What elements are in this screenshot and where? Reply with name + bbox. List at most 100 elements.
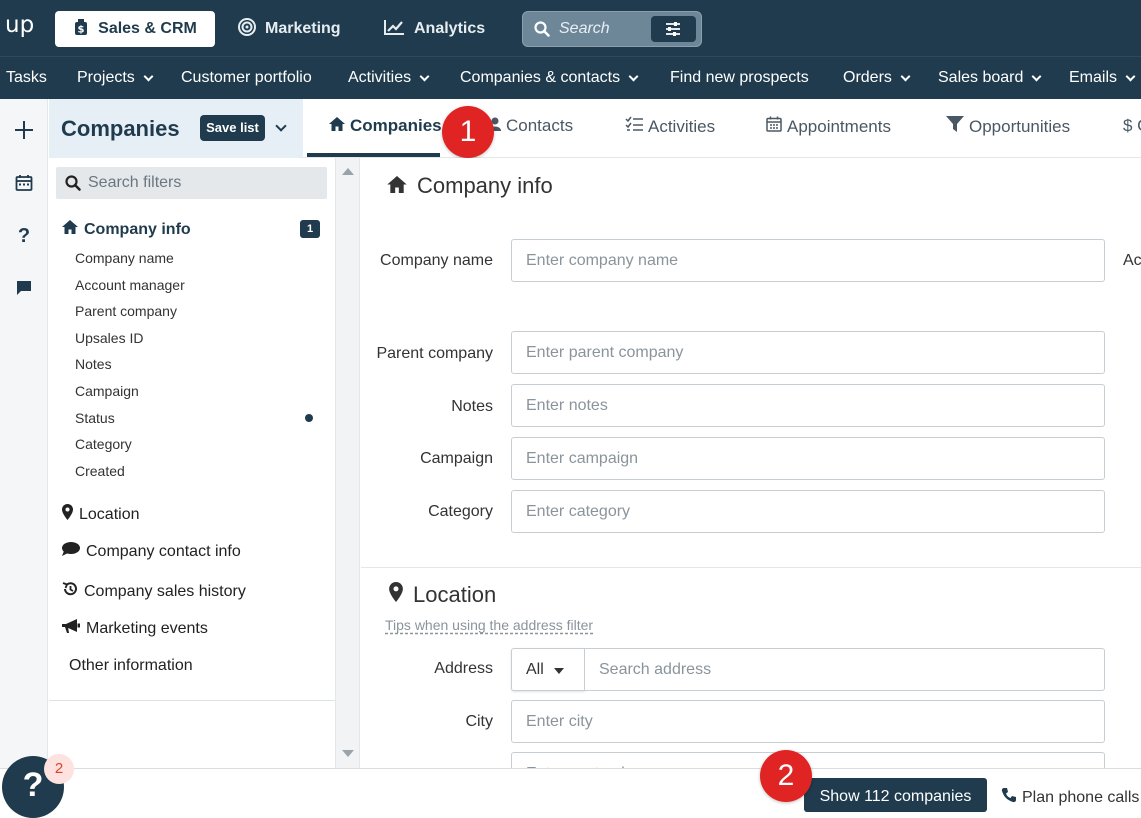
field-label-parent-company: Parent company bbox=[376, 345, 493, 362]
filter-section-company-contact-info[interactable]: Company contact info bbox=[62, 542, 241, 561]
speech-bubble-icon bbox=[62, 542, 80, 561]
filter-scrollbar[interactable] bbox=[336, 158, 360, 768]
app-logo[interactable]: up bbox=[5, 12, 34, 38]
question-icon[interactable]: ? bbox=[9, 221, 39, 251]
city-input[interactable] bbox=[511, 700, 1105, 743]
tab-label: Appointments bbox=[787, 116, 891, 136]
global-search[interactable]: Search bbox=[522, 11, 702, 47]
address-tips-link[interactable]: Tips when using the address filter bbox=[385, 617, 593, 633]
filter-item-upsales-id[interactable]: Upsales ID bbox=[75, 330, 143, 346]
address-search-input[interactable] bbox=[584, 648, 1105, 691]
filter-item-company-name[interactable]: Company name bbox=[75, 250, 174, 266]
entity-tabs: Companies Contacts Activities Appointmen… bbox=[303, 99, 1141, 158]
svg-text:$: $ bbox=[78, 24, 85, 35]
field-label-city: City bbox=[465, 713, 493, 730]
tab-label: Contacts bbox=[506, 116, 574, 135]
field-label-company-name: Company name bbox=[380, 252, 493, 269]
filter-section-other-information[interactable]: Other information bbox=[69, 657, 193, 675]
nav-activities[interactable]: Activities bbox=[348, 69, 430, 87]
cut-field-label: Ac bbox=[1123, 252, 1141, 269]
active-tab-indicator bbox=[307, 153, 440, 157]
history-icon bbox=[62, 581, 78, 602]
chevron-down-icon bbox=[143, 71, 154, 81]
section-label: Marketing events bbox=[86, 620, 208, 637]
chart-line-icon bbox=[383, 18, 405, 41]
tab-more-cut[interactable]: $ C bbox=[1123, 116, 1141, 136]
tab-label: Opportunities bbox=[969, 116, 1071, 136]
nav-tasks[interactable]: Tasks bbox=[6, 69, 47, 87]
campaign-input[interactable] bbox=[511, 437, 1105, 480]
nav-projects[interactable]: Projects bbox=[77, 69, 154, 87]
filter-item-parent-company[interactable]: Parent company bbox=[75, 303, 177, 319]
filter-search-placeholder: Search filters bbox=[88, 174, 182, 191]
filter-item-category[interactable]: Category bbox=[75, 436, 132, 452]
sliders-icon bbox=[664, 20, 682, 43]
active-filter-dot bbox=[305, 414, 313, 422]
category-input[interactable] bbox=[511, 490, 1105, 533]
calendar-icon[interactable] bbox=[9, 168, 39, 198]
top-bar: up $ Sales & CRM Marketing Analytics Sea… bbox=[0, 0, 1141, 56]
filter-section-company-sales-history[interactable]: Company sales history bbox=[62, 581, 246, 602]
chat-icon[interactable] bbox=[9, 273, 39, 303]
location-heading: Location bbox=[389, 582, 496, 608]
plan-phone-calls-button[interactable]: Plan phone calls bbox=[1001, 787, 1139, 808]
scroll-down-icon[interactable] bbox=[342, 750, 354, 757]
chevron-down-icon bbox=[900, 71, 911, 81]
main-nav: Tasks Projects Customer portfolio Activi… bbox=[0, 56, 1141, 99]
tab-contacts[interactable]: Contacts bbox=[489, 116, 573, 136]
filter-item-created[interactable]: Created bbox=[75, 463, 125, 479]
field-label-campaign: Campaign bbox=[420, 450, 493, 467]
nav-label: Tasks bbox=[6, 69, 47, 86]
nav-find-new-prospects[interactable]: Find new prospects bbox=[670, 69, 809, 87]
scroll-up-icon[interactable] bbox=[342, 168, 354, 175]
nav-emails[interactable]: Emails bbox=[1069, 69, 1136, 87]
dollar-bag-icon: $ bbox=[73, 18, 89, 41]
nav-companies-contacts[interactable]: Companies & contacts bbox=[460, 69, 639, 87]
section-label: Location bbox=[79, 505, 140, 523]
marker-2: 2 bbox=[760, 750, 812, 802]
nav-label: Projects bbox=[77, 69, 135, 86]
chevron-down-icon[interactable] bbox=[275, 120, 287, 132]
nav-label: Customer portfolio bbox=[181, 69, 312, 86]
select-value: All bbox=[526, 660, 544, 678]
filter-section-location[interactable]: Location bbox=[62, 504, 140, 525]
save-list-button[interactable]: Save list bbox=[200, 115, 265, 141]
parent-company-input[interactable] bbox=[511, 331, 1105, 374]
company-name-input[interactable] bbox=[511, 239, 1105, 282]
search-filter-button[interactable] bbox=[651, 16, 696, 42]
search-icon bbox=[534, 21, 550, 42]
help-notification-count: 2 bbox=[44, 754, 74, 784]
tab-sales-crm[interactable]: $ Sales & CRM bbox=[55, 11, 215, 47]
notes-input[interactable] bbox=[511, 384, 1105, 427]
filter-section-company-info[interactable]: Company info bbox=[62, 220, 191, 239]
nav-customer-portfolio[interactable]: Customer portfolio bbox=[181, 69, 312, 87]
nav-label: Companies & contacts bbox=[460, 69, 621, 86]
filter-item-account-manager[interactable]: Account manager bbox=[75, 277, 185, 293]
tab-marketing[interactable]: Marketing bbox=[224, 11, 355, 47]
active-filter-count: 1 bbox=[300, 220, 320, 238]
nav-orders[interactable]: Orders bbox=[843, 69, 911, 87]
section-label: Company info bbox=[84, 220, 191, 238]
address-scope-select[interactable]: All bbox=[511, 648, 585, 691]
tab-analytics[interactable]: Analytics bbox=[369, 11, 499, 47]
tab-companies[interactable]: Companies bbox=[329, 116, 442, 136]
home-icon bbox=[62, 220, 78, 239]
map-pin-icon bbox=[62, 504, 73, 525]
tab-opportunities[interactable]: Opportunities bbox=[946, 116, 1070, 137]
filter-search[interactable]: Search filters bbox=[56, 167, 327, 199]
tab-activities[interactable]: Activities bbox=[625, 116, 715, 137]
filter-item-status[interactable]: Status bbox=[75, 410, 115, 426]
megaphone-icon bbox=[62, 619, 80, 639]
show-companies-button[interactable]: Show 112 companies bbox=[804, 778, 987, 812]
nav-sales-board[interactable]: Sales board bbox=[938, 69, 1042, 87]
filter-item-campaign[interactable]: Campaign bbox=[75, 383, 139, 399]
section-label: Company sales history bbox=[84, 582, 246, 600]
field-label-category: Category bbox=[428, 503, 493, 520]
plus-icon[interactable] bbox=[9, 115, 39, 145]
tab-appointments[interactable]: Appointments bbox=[766, 116, 891, 137]
map-pin-icon bbox=[389, 582, 403, 608]
tab-label: $ C bbox=[1123, 116, 1141, 135]
company-info-heading: Company info bbox=[387, 173, 553, 199]
filter-section-marketing-events[interactable]: Marketing events bbox=[62, 619, 208, 639]
filter-item-notes[interactable]: Notes bbox=[75, 356, 112, 372]
